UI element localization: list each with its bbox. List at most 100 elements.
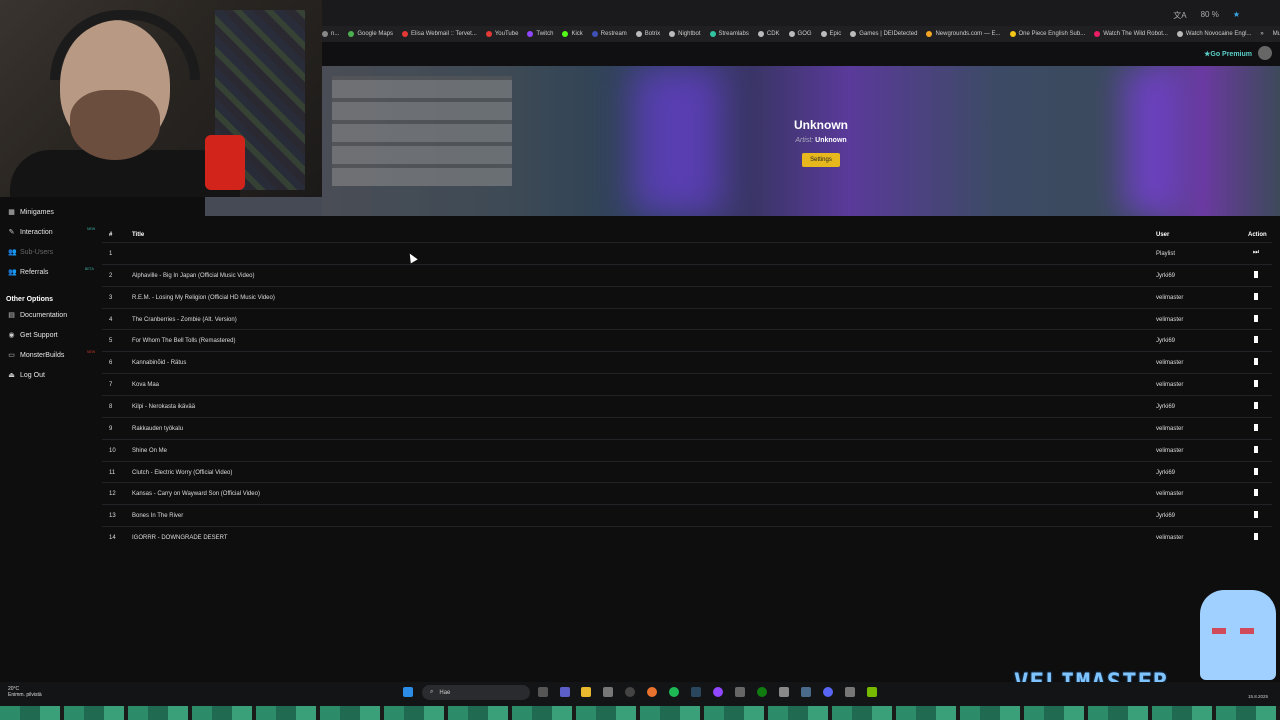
xbox-icon[interactable] — [757, 687, 767, 697]
trash-icon[interactable] — [1252, 336, 1260, 344]
bookmark-item[interactable]: One Piece English Sub... — [1009, 31, 1085, 37]
table-row[interactable]: 11 Clutch - Electric Worry (Official Vide… — [102, 460, 1272, 483]
row-title: The Cranberries - Zombie (Alt. Version) — [132, 316, 237, 323]
sidebar-item-get-support[interactable]: ◉ Get Support — [8, 332, 57, 339]
go-premium-link[interactable]: ★Go Premium — [1204, 50, 1252, 58]
table-row[interactable]: 6 Kannabinõid - Rätus velimaster — [102, 351, 1272, 373]
trash-icon[interactable] — [1252, 270, 1260, 279]
bookmark-favicon-icon — [562, 31, 569, 37]
row-user: velimaster — [1156, 360, 1184, 367]
bookmark-item[interactable]: Newgrounds.com — E... — [926, 31, 1001, 37]
row-user: velimaster — [1156, 491, 1184, 498]
trash-icon[interactable] — [1252, 445, 1260, 454]
trash-icon[interactable] — [1252, 511, 1260, 519]
skip-forward-icon[interactable]: ⏭ — [1252, 249, 1260, 257]
start-icon[interactable] — [403, 687, 413, 697]
row-title: Alphaville - Big In Japan (Official Musi… — [132, 272, 255, 279]
trash-icon[interactable] — [1252, 292, 1260, 301]
table-row[interactable]: 13 Bones In The River Jyrki69 — [102, 504, 1272, 526]
settings-icon[interactable] — [779, 687, 789, 697]
taskbar — [0, 682, 1280, 706]
table-row[interactable]: 1 Playlist ⏭ — [102, 242, 1272, 264]
bookmark-item[interactable]: Botrix — [635, 31, 660, 37]
table-row[interactable]: 5 For Whom The Bell Tolls (Remastered) Jyr… — [102, 329, 1272, 351]
bookmark-item[interactable]: Watch The Wild Robot... — [1094, 31, 1168, 37]
teams-icon[interactable] — [560, 687, 570, 697]
bookmark-item[interactable]: Restream — [591, 31, 627, 37]
bookmark-item[interactable]: Streamlabs — [709, 31, 749, 37]
users-icon: 👥 — [8, 269, 17, 276]
trash-icon[interactable] — [1252, 533, 1260, 541]
row-num: 2 — [109, 272, 113, 279]
row-num: 5 — [109, 338, 113, 345]
nvidia-icon[interactable] — [867, 687, 877, 697]
table-row[interactable]: 12 Kansas - Carry on Wayward Son (Officia… — [102, 482, 1272, 504]
app-icon[interactable] — [735, 687, 745, 697]
app-header — [322, 42, 1280, 66]
bookmark-item[interactable]: Elisa Webmail :: Tervet... — [402, 31, 477, 37]
bookmarks-overflow-button[interactable]: » — [1260, 31, 1263, 37]
table-row[interactable]: 9 Rakkauden työkalu velimaster — [102, 416, 1272, 439]
table-row[interactable]: 14 IGORRR - DOWNGRADE DESERT velimaster — [102, 526, 1272, 548]
trash-icon[interactable] — [1252, 423, 1260, 432]
translate-icon[interactable]: 文A — [1173, 10, 1186, 21]
other-bookmarks-folder[interactable]: Muut kirjanmerkit — [1273, 31, 1280, 37]
table-row[interactable]: 3 R.E.M. - Losing My Religion (Official H… — [102, 285, 1272, 308]
steam-icon[interactable] — [691, 687, 701, 697]
spotify-icon[interactable] — [669, 687, 679, 697]
taskbar-search[interactable]: ⌕ Hae — [422, 685, 530, 700]
bookmark-item[interactable]: Watch Novocaine Engl... — [1176, 31, 1251, 37]
trash-icon[interactable] — [1252, 314, 1260, 323]
file-explorer-icon[interactable] — [581, 687, 591, 697]
weather-widget[interactable]: 20°C Enimm. pilvistä — [8, 686, 42, 698]
row-user: Jyrki69 — [1156, 513, 1176, 520]
zoom-indicator[interactable]: 80 % — [1201, 10, 1219, 21]
bookmark-item[interactable]: YouTube — [485, 31, 518, 37]
bookmark-item[interactable]: GOG — [788, 31, 812, 37]
sidebar-item-documentation[interactable]: ▤ Documentation — [8, 312, 67, 319]
bookmark-item[interactable]: CDK — [757, 31, 780, 37]
app-icon[interactable] — [801, 687, 811, 697]
row-user: velimaster — [1156, 316, 1184, 323]
row-num: 10 — [109, 447, 116, 454]
trash-icon[interactable] — [1252, 401, 1260, 410]
firefox-icon[interactable] — [647, 687, 657, 697]
trash-icon[interactable] — [1252, 467, 1260, 476]
discord-icon[interactable] — [823, 687, 833, 697]
stream-overlay-bar — [0, 706, 1280, 720]
sidebar-item-monsterbuilds[interactable]: ▭ MonsterBuilds — [8, 352, 64, 359]
bookmark-item[interactable]: Nightbot — [669, 31, 701, 37]
bookmark-item[interactable]: Kick — [562, 31, 583, 37]
row-title: Clutch - Electric Worry (Official Video) — [132, 469, 233, 476]
bookmark-item[interactable]: Games | DEIDetected — [850, 31, 917, 37]
sidebar-item-sub-users[interactable]: 👥 Sub-Users — [8, 249, 53, 256]
sidebar-item-minigames[interactable]: ▦ Minigames — [8, 209, 54, 216]
table-row[interactable]: 10 Shine On Me velimaster — [102, 438, 1272, 461]
bookmark-item[interactable]: Twitch — [527, 31, 553, 37]
avatar[interactable] — [1258, 46, 1272, 60]
table-row[interactable]: 7 Kova Maa velimaster — [102, 373, 1272, 395]
star-icon[interactable]: ★ — [1233, 10, 1240, 21]
browser-icon[interactable] — [713, 687, 723, 697]
obs-icon[interactable] — [625, 687, 635, 697]
bookmark-favicon-icon — [820, 31, 827, 37]
trash-icon[interactable] — [1252, 358, 1260, 366]
table-row[interactable]: 4 The Cranberries - Zombie (Alt. Version)… — [102, 307, 1272, 330]
bookmark-item[interactable]: Google Maps — [348, 31, 393, 37]
sidebar-item-log-out[interactable]: ⏏ Log Out — [8, 372, 45, 379]
bookmark-favicon-icon — [757, 31, 764, 37]
trash-icon[interactable] — [1252, 380, 1260, 388]
settings-button[interactable]: Settings — [802, 153, 840, 167]
table-row[interactable]: 8 Kilpi - Nerokasta ikävää Jyrki69 — [102, 394, 1272, 417]
sidebar-item-interaction[interactable]: ✎ Interaction — [8, 229, 53, 236]
bookmark-item[interactable]: n... — [322, 31, 339, 37]
row-num: 11 — [109, 469, 116, 476]
bookmark-item[interactable]: Epic — [820, 31, 841, 37]
calculator-icon[interactable] — [845, 687, 855, 697]
trash-icon[interactable] — [1252, 489, 1260, 497]
store-icon[interactable] — [603, 687, 613, 697]
table-row[interactable]: 2 Alphaville - Big In Japan (Official Mus… — [102, 263, 1272, 286]
task-view-icon[interactable] — [538, 687, 548, 697]
sidebar-item-referrals[interactable]: 👥 Referrals — [8, 269, 48, 276]
search-icon: ⌕ — [430, 689, 434, 695]
